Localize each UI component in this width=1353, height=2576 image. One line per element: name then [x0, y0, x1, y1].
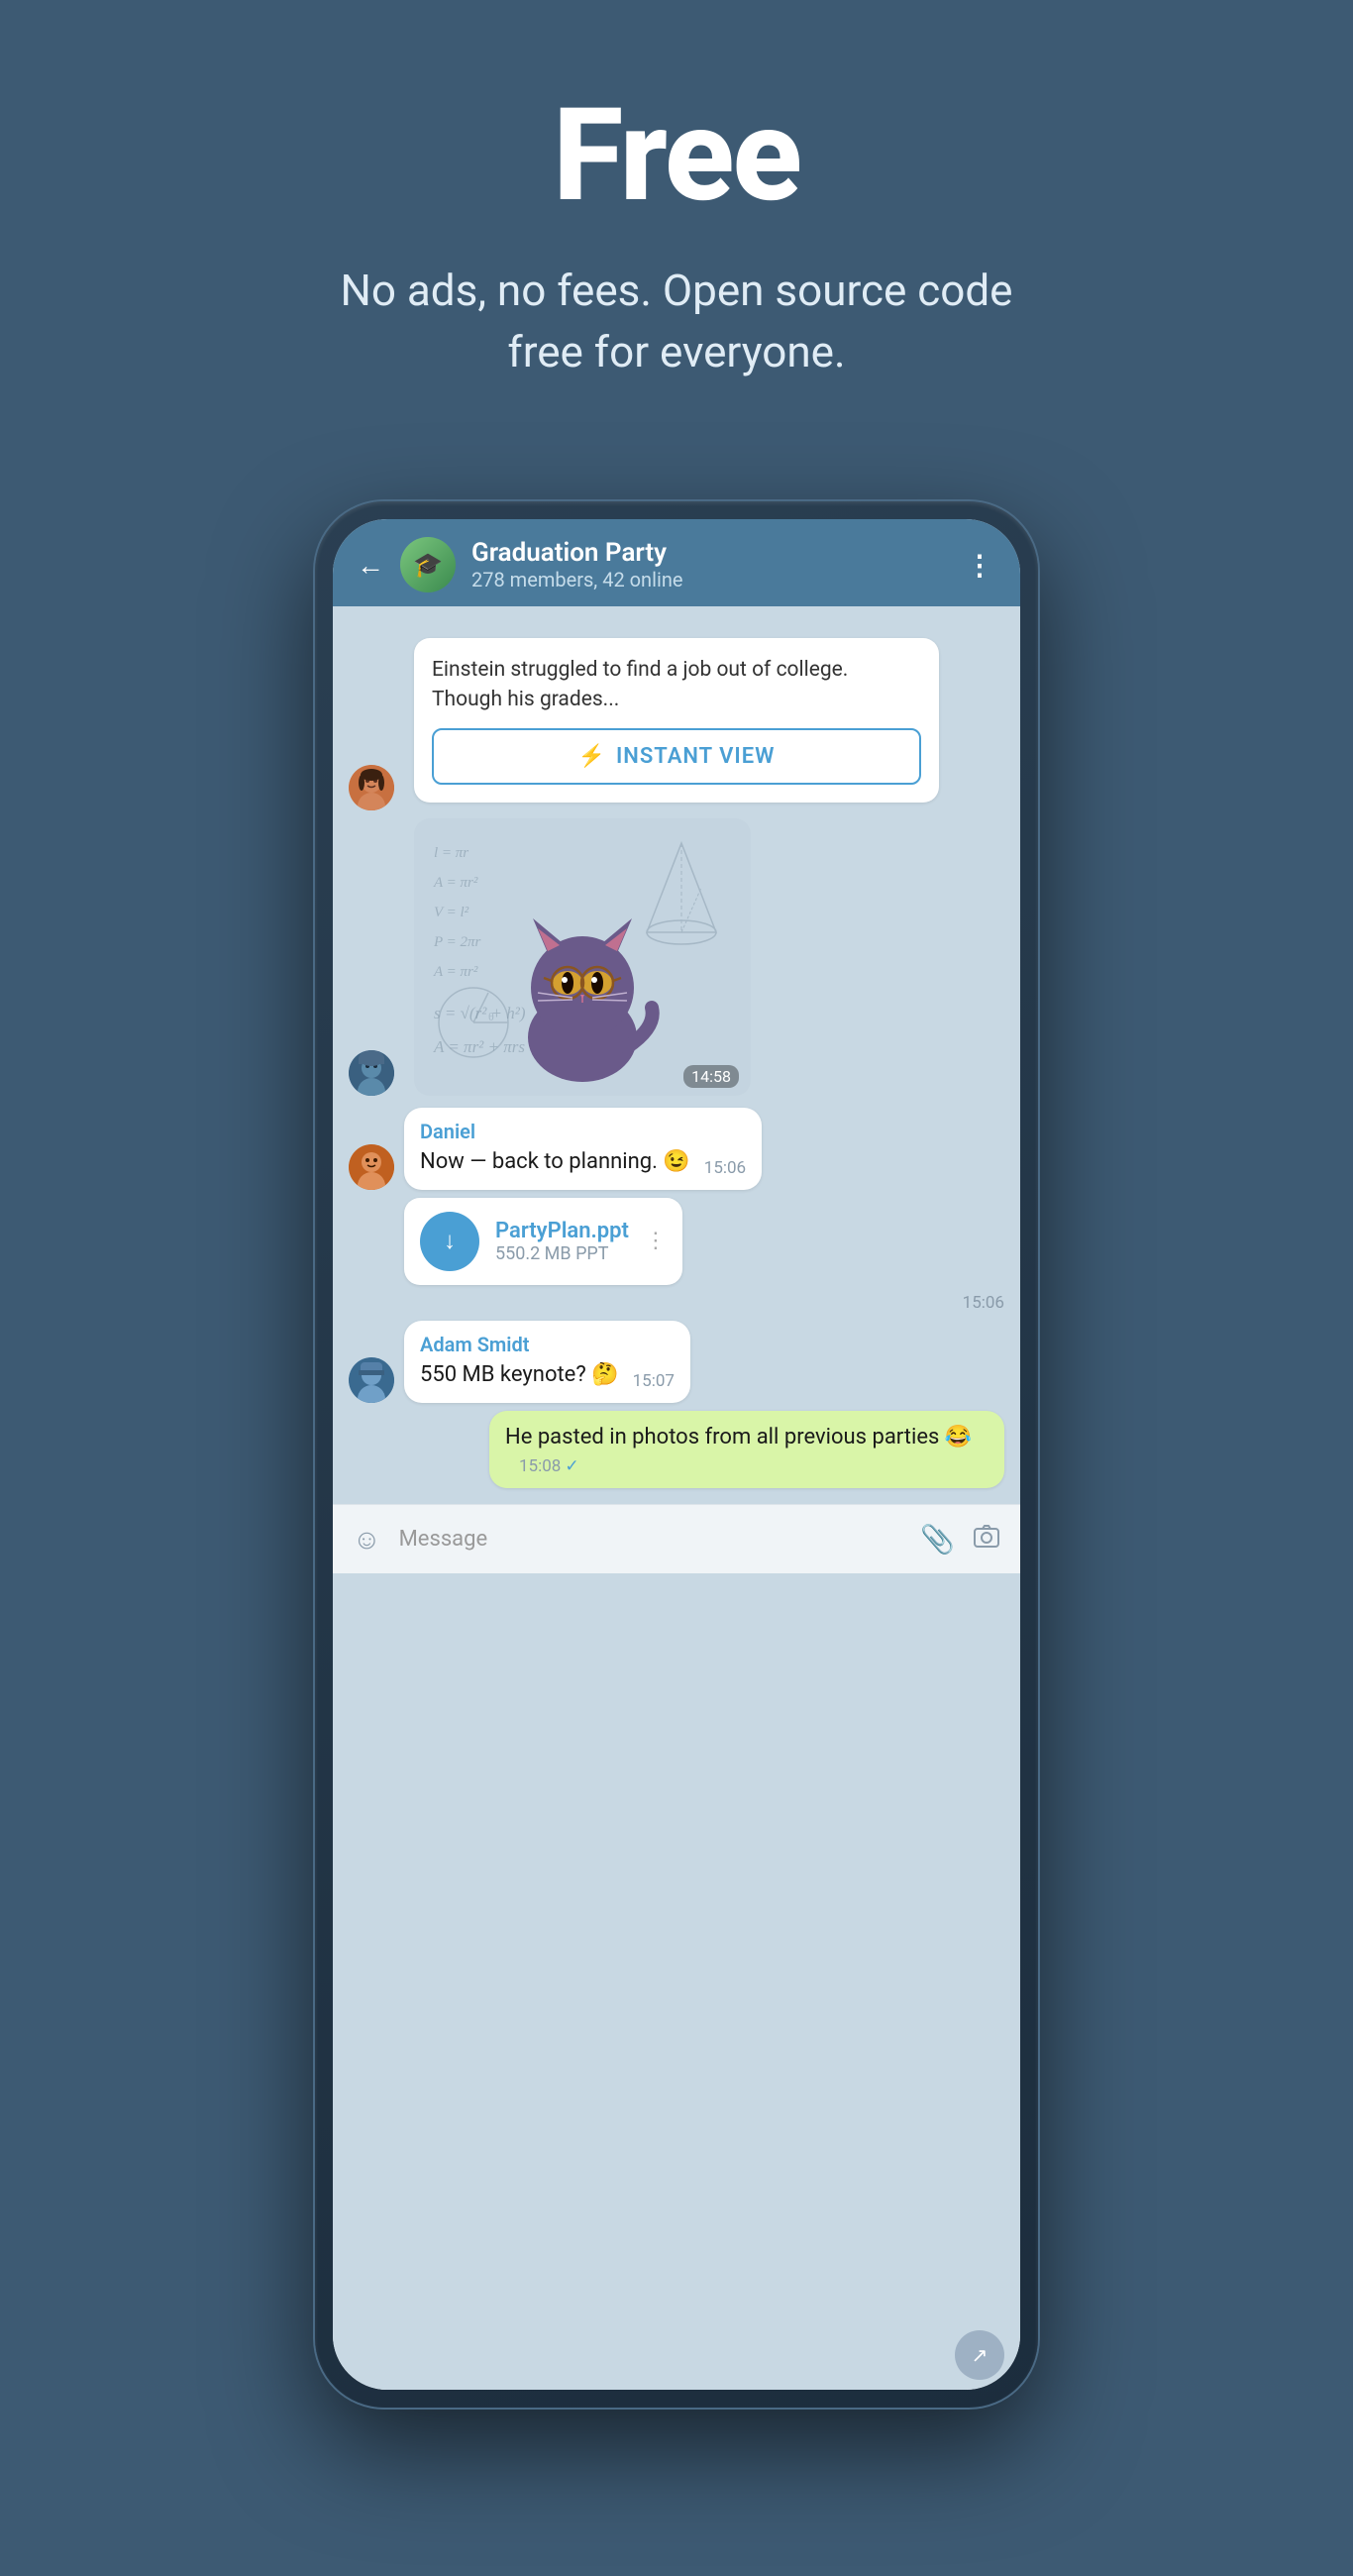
- back-button[interactable]: ←: [357, 549, 384, 582]
- avatar-adam: [349, 1357, 394, 1403]
- message-row-outgoing: He pasted in photos from all previous pa…: [333, 1411, 1020, 1489]
- file-size: 550.2 MB PPT: [495, 1243, 629, 1264]
- message-time-adam: 15:07: [633, 1371, 675, 1391]
- instant-view-button[interactable]: ⚡ INSTANT VIEW: [432, 728, 921, 785]
- instant-view-label: INSTANT VIEW: [616, 744, 776, 769]
- bubble-daniel: Daniel Now — back to planning. 😉 15:06: [404, 1108, 762, 1190]
- chat-area: Einstein struggled to find a job out of …: [333, 606, 1020, 2390]
- avatar-daniel: [349, 1144, 394, 1190]
- phone-outer: ← 🎓 Graduation Party 278 members, 42 onl…: [315, 501, 1038, 2408]
- chat-header: ← 🎓 Graduation Party 278 members, 42 onl…: [333, 519, 1020, 606]
- link-preview-row: Einstein struggled to find a job out of …: [333, 622, 1020, 818]
- file-timestamp: 15:06: [963, 1293, 1004, 1313]
- group-avatar: 🎓: [400, 537, 456, 592]
- chat-name: Graduation Party: [471, 538, 950, 568]
- sender-name-daniel: Daniel: [420, 1120, 746, 1143]
- message-time-daniel: 15:06: [704, 1158, 746, 1178]
- sticker-bg: l = πr A = πr² V = l² P = 2πr A = πr² s …: [414, 818, 751, 1096]
- message-row-adam: Adam Smidt 550 MB keynote? 🤔 15:07: [333, 1321, 1020, 1403]
- file-bubble: ↓ PartyPlan.ppt 550.2 MB PPT ⋮: [404, 1198, 682, 1285]
- share-button[interactable]: ↗: [955, 2330, 1004, 2380]
- sticker-timestamp: 14:58: [683, 1065, 739, 1088]
- file-menu-button[interactable]: ⋮: [645, 1229, 667, 1253]
- message-input[interactable]: Message: [399, 1519, 903, 1559]
- hero-subtitle: No ads, no fees. Open source code free f…: [330, 261, 1023, 382]
- chat-info: Graduation Party 278 members, 42 online: [471, 538, 950, 591]
- link-card: Einstein struggled to find a job out of …: [414, 638, 1004, 810]
- sticker-container: l = πr A = πr² V = l² P = 2πr A = πr² s …: [414, 818, 751, 1096]
- sender-name-adam: Adam Smidt: [420, 1333, 675, 1356]
- avatar-male1: [349, 1050, 394, 1096]
- file-info: PartyPlan.ppt 550.2 MB PPT: [495, 1219, 629, 1264]
- message-row-daniel: Daniel Now — back to planning. 😉 15:06: [333, 1108, 1020, 1190]
- bubble-adam: Adam Smidt 550 MB keynote? 🤔 15:07: [404, 1321, 690, 1403]
- emoji-button[interactable]: ☺: [353, 1523, 381, 1556]
- message-checkmark: ✓: [565, 1456, 578, 1476]
- cat-sticker: [498, 884, 667, 1086]
- sticker-row: l = πr A = πr² V = l² P = 2πr A = πr² s …: [333, 818, 1020, 1096]
- message-text-outgoing: He pasted in photos from all previous pa…: [505, 1423, 972, 1453]
- avatar-female: [349, 765, 394, 810]
- attach-button[interactable]: 📎: [920, 1523, 955, 1556]
- phone-wrapper: ← 🎓 Graduation Party 278 members, 42 onl…: [315, 501, 1038, 2408]
- message-input-bar: ☺ Message 📎: [333, 1504, 1020, 1573]
- file-name: PartyPlan.ppt: [495, 1219, 629, 1243]
- chat-menu-button[interactable]: ⋮: [966, 549, 996, 582]
- chat-members: 278 members, 42 online: [471, 568, 950, 591]
- message-time-outgoing: 15:08: [519, 1456, 561, 1476]
- message-row-file: ↓ PartyPlan.ppt 550.2 MB PPT ⋮: [333, 1198, 1020, 1285]
- hero-title: Free: [553, 79, 800, 231]
- message-text-adam: 550 MB keynote? 🤔: [420, 1360, 619, 1391]
- file-download-button[interactable]: ↓: [420, 1212, 479, 1271]
- message-text-daniel: Now — back to planning. 😉: [420, 1147, 690, 1178]
- svg-text:θ: θ: [488, 1010, 494, 1023]
- lightning-icon: ⚡: [578, 744, 606, 769]
- link-preview-text: Einstein struggled to find a job out of …: [432, 656, 921, 714]
- bubble-outgoing: He pasted in photos from all previous pa…: [489, 1411, 1004, 1489]
- phone-screen: ← 🎓 Graduation Party 278 members, 42 onl…: [333, 519, 1020, 2390]
- camera-button[interactable]: [973, 1522, 1000, 1556]
- hero-section: Free No ads, no fees. Open source code f…: [0, 0, 1353, 442]
